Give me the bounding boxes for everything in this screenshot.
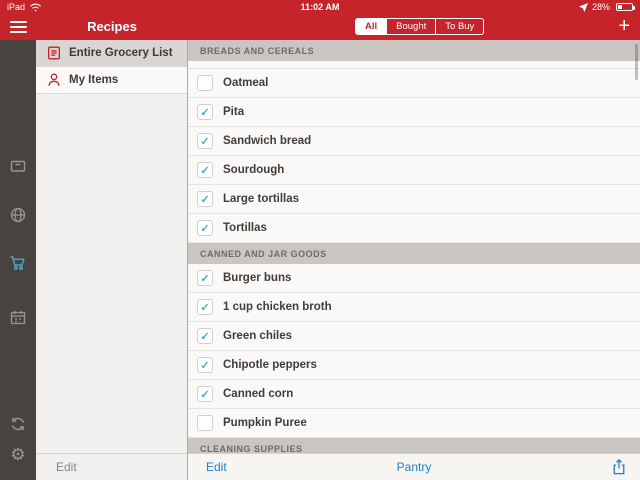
item-checkbox[interactable]: ✓ xyxy=(197,133,213,149)
location-arrow-icon xyxy=(578,2,588,12)
list-item[interactable]: ✓ Tortillas xyxy=(188,214,640,243)
item-label: Green chiles xyxy=(223,330,293,342)
section-header: CANNED AND JAR GOODS xyxy=(188,243,640,264)
item-checkbox[interactable]: ✓ xyxy=(197,191,213,207)
page-title: Recipes xyxy=(87,19,137,34)
scrollbar-thumb[interactable] xyxy=(635,44,638,80)
segment-bought[interactable]: Bought xyxy=(386,19,435,34)
item-checkbox[interactable] xyxy=(197,415,213,431)
list-item[interactable]: Pumpkin Puree xyxy=(188,409,640,438)
clock: 11:02 AM xyxy=(300,2,340,12)
item-checkbox[interactable]: ✓ xyxy=(197,386,213,402)
segment-to-buy[interactable]: To Buy xyxy=(435,19,483,34)
item-label: Tortillas xyxy=(223,222,267,234)
left-panel-item[interactable]: Entire Grocery List xyxy=(36,40,187,67)
item-label: Burger buns xyxy=(223,272,292,284)
partial-list-item xyxy=(188,61,640,69)
panel-footer: Edit xyxy=(36,453,187,480)
list-item[interactable]: ✓ Burger buns xyxy=(188,264,640,293)
item-checkbox[interactable]: ✓ xyxy=(197,220,213,236)
item-label: Pumpkin Puree xyxy=(223,417,307,429)
battery-icon xyxy=(616,3,635,11)
segmented-control: All Bought To Buy xyxy=(355,18,485,35)
item-checkbox[interactable] xyxy=(197,75,213,91)
calendar-icon[interactable] xyxy=(9,309,27,327)
item-checkbox[interactable]: ✓ xyxy=(197,328,213,344)
grocery-list: BREADS AND CEREALS Oatmeal ✓ Pita ✓ Sandwich … xyxy=(188,40,640,459)
app-window: iPad 11:02 AM 28% Recipes All Bought To Bu… xyxy=(0,0,640,480)
battery-percent: 28% xyxy=(591,2,610,12)
item-label: Sandwich bread xyxy=(223,135,312,147)
pantry-button[interactable]: Pantry xyxy=(397,460,432,474)
main-panel: BREADS AND CEREALS Oatmeal ✓ Pita ✓ Sandwich … xyxy=(188,40,640,480)
item-label: Oatmeal xyxy=(223,77,269,89)
list-item[interactable]: ✓ Pita xyxy=(188,98,640,127)
cart-icon[interactable] xyxy=(9,254,27,272)
left-panel-item-label: My Items xyxy=(69,74,119,86)
list-item[interactable]: Oatmeal xyxy=(188,69,640,98)
item-label: Canned corn xyxy=(223,388,294,400)
list-item[interactable]: ✓ Green chiles xyxy=(188,322,640,351)
share-button[interactable] xyxy=(610,458,628,476)
recipe-box-icon[interactable] xyxy=(9,157,27,175)
sync-icon[interactable] xyxy=(9,415,27,433)
left-panel-item-label: Entire Grocery List xyxy=(69,47,173,59)
bottom-toolbar: Edit Pantry xyxy=(188,453,640,480)
item-checkbox[interactable]: ✓ xyxy=(197,270,213,286)
left-panel-item[interactable]: My Items xyxy=(36,67,187,94)
item-checkbox[interactable]: ✓ xyxy=(197,162,213,178)
gear-icon[interactable]: ⚙ xyxy=(10,446,25,463)
section-header: BREADS AND CEREALS xyxy=(188,40,640,61)
status-bar: iPad 11:02 AM 28% xyxy=(0,0,640,14)
item-label: 1 cup chicken broth xyxy=(223,301,332,313)
segment-all[interactable]: All xyxy=(356,19,387,34)
icon-rail: ⚙ xyxy=(0,40,36,480)
left-panel: Entire Grocery List My Items Edit xyxy=(36,40,188,480)
globe-icon[interactable] xyxy=(9,206,27,224)
list-item[interactable]: ✓ Canned corn xyxy=(188,380,640,409)
nav-bar: Recipes All Bought To Buy + xyxy=(0,14,640,40)
menu-icon[interactable] xyxy=(10,21,27,33)
add-button[interactable]: + xyxy=(618,14,630,39)
person-icon xyxy=(46,72,62,88)
item-checkbox[interactable]: ✓ xyxy=(197,357,213,373)
item-label: Large tortillas xyxy=(223,193,300,205)
item-checkbox[interactable]: ✓ xyxy=(197,104,213,120)
list-item[interactable]: ✓ Sourdough xyxy=(188,156,640,185)
item-label: Chipotle peppers xyxy=(223,359,317,371)
panel-edit-button[interactable]: Edit xyxy=(56,460,77,474)
list-item[interactable]: ✓ 1 cup chicken broth xyxy=(188,293,640,322)
item-checkbox[interactable]: ✓ xyxy=(197,299,213,315)
item-label: Sourdough xyxy=(223,164,285,176)
list-icon xyxy=(46,45,62,61)
list-item[interactable]: ✓ Sandwich bread xyxy=(188,127,640,156)
wifi-icon xyxy=(29,2,42,12)
left-panel-list: Entire Grocery List My Items xyxy=(36,40,187,94)
edit-button[interactable]: Edit xyxy=(206,460,227,474)
list-item[interactable]: ✓ Large tortillas xyxy=(188,185,640,214)
list-item[interactable]: ✓ Chipotle peppers xyxy=(188,351,640,380)
content-area: ⚙ Entire Grocery List My Items Edit BREAD… xyxy=(0,40,640,480)
item-label: Pita xyxy=(223,106,245,118)
device-label: iPad xyxy=(7,2,26,12)
